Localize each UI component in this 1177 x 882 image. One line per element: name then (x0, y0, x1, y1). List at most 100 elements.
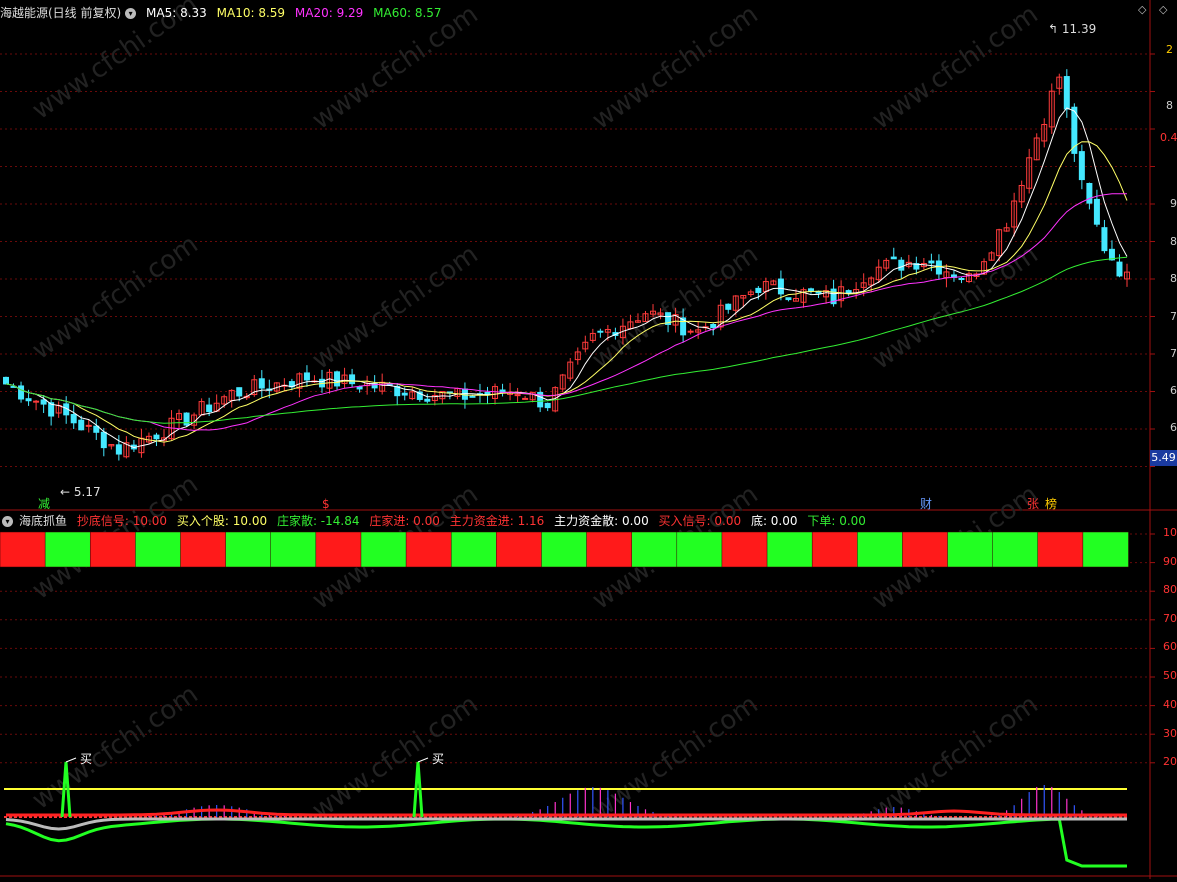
field-chaodi: 抄底信号: 10.00 (76, 514, 168, 528)
right-axis-label: 6 (1170, 421, 1177, 434)
candle-body (356, 386, 363, 390)
candle-body (115, 444, 122, 455)
event-tag-dollar[interactable]: $ (322, 497, 330, 511)
signal-bar (360, 531, 407, 568)
high-price-label: ↰ 11.39 (1048, 22, 1097, 36)
field-zhuangjia-san: 庄家散: -14.84 (276, 514, 360, 528)
candle-body (1086, 182, 1093, 204)
main-panel-title: 海越能源(日线 前复权) (0, 6, 122, 20)
signal-bar (586, 531, 633, 568)
candle-body (18, 385, 25, 400)
sub-axis-label: 20 (1163, 755, 1177, 768)
signal-bar (811, 531, 859, 568)
sub-axis-label: 30 (1163, 727, 1177, 740)
watermark-text: www.cfchi.com (867, 689, 1044, 825)
right-axis-label: 0.4 (1160, 131, 1177, 144)
ma60-label: MA60: 8.57 (373, 6, 442, 20)
ma60-line (5, 256, 1128, 424)
candle-body (725, 303, 732, 310)
candle-body (808, 288, 815, 292)
sub-axis-label: 60 (1163, 640, 1177, 653)
candle-body (3, 376, 9, 385)
signal-bar (902, 531, 949, 568)
sub-axis-label: 10 (1163, 526, 1177, 539)
candle-body (890, 256, 897, 260)
candle-body (33, 400, 40, 403)
candle-body (100, 431, 107, 449)
signal-bar (1037, 531, 1084, 568)
field-zhuli-san: 主力资金散: 0.00 (554, 514, 649, 528)
panel-diamond-icon[interactable]: ◇ (1138, 4, 1146, 16)
watermark-text: www.cfchi.com (307, 689, 484, 825)
buy-label: 买 (80, 752, 93, 766)
collapse-icon[interactable]: ▾ (2, 516, 13, 527)
candle-body (687, 330, 694, 333)
low-price-label: ← 5.17 (60, 485, 101, 499)
candle-body (25, 398, 32, 402)
signal-bar (496, 531, 543, 568)
signal-bar (631, 531, 678, 568)
candle-body (544, 402, 551, 409)
green-line (5, 817, 1127, 868)
watermark-text: www.cfchi.com (587, 689, 764, 825)
right-axis-label: 6 (1170, 384, 1177, 397)
candle-body (236, 387, 243, 397)
watermark-text: www.cfchi.com (307, 239, 484, 375)
field-mairu-xinhao: 买入信号: 0.00 (658, 514, 742, 528)
chart-stage: www.cfchi.com www.cfchi.com www.cfchi.com w… (0, 0, 1177, 879)
field-di: 底: 0.00 (750, 514, 798, 528)
settings-diamond-icon[interactable]: ◇ (1159, 4, 1167, 16)
candle-body (1116, 261, 1123, 277)
sub-panel-title: 海底抓鱼 (19, 514, 68, 528)
ma5-line (5, 107, 1128, 449)
candle-body (258, 378, 265, 389)
candle-body (85, 424, 92, 427)
signal-bar (541, 531, 588, 568)
candle-body (40, 399, 47, 405)
candle-body (1093, 198, 1100, 225)
candle-body (424, 398, 431, 402)
event-tag-bang[interactable]: 榜 (1045, 497, 1057, 511)
signal-bar (135, 531, 182, 568)
candle-body (958, 277, 965, 281)
field-zhuangjia-jin: 庄家进: 0.00 (369, 514, 440, 528)
candle-body (349, 374, 356, 385)
sub-panel-header: ▾ 海底抓鱼 抄底信号: 10.00 买入个股: 10.00 庄家散: -14.8… (0, 510, 1150, 532)
signal-bar (44, 531, 91, 568)
field-mairu-gegu: 买入个股: 10.00 (176, 514, 268, 528)
candle-body (183, 412, 190, 426)
candle-body (935, 260, 942, 275)
signal-bar (721, 531, 768, 568)
right-axis-label: 2 (1166, 43, 1173, 56)
signal-bar (270, 531, 317, 568)
signal-bar (992, 531, 1039, 568)
signal-bar (0, 531, 46, 568)
ma5-label: MA5: 8.33 (146, 6, 207, 20)
right-axis-label: 7 (1170, 310, 1177, 323)
candle-body (514, 394, 521, 397)
candle-body (303, 372, 310, 381)
signal-bar (315, 531, 362, 568)
right-axis-label: 8 (1170, 272, 1177, 285)
signal-bar (405, 531, 452, 568)
signal-bar (857, 531, 904, 568)
event-tag-cai[interactable]: 财 (920, 497, 932, 511)
candle-body (597, 330, 604, 333)
event-tag-jian[interactable]: 减 (38, 497, 50, 511)
candle-body (710, 323, 717, 329)
candle-body (469, 395, 476, 398)
red-line (6, 808, 1127, 817)
signal-bar (89, 531, 137, 568)
candle-body (845, 290, 852, 294)
event-tag-zhang[interactable]: 张 (1027, 497, 1039, 511)
signal-bar (766, 531, 813, 568)
candle-body (1078, 151, 1085, 181)
candle-body (928, 260, 935, 264)
ma10-label: MA10: 8.59 (216, 6, 286, 20)
watermark-text: www.cfchi.com (587, 239, 764, 375)
signal-bar (225, 531, 272, 568)
kline-chart[interactable]: www.cfchi.com www.cfchi.com www.cfchi.com w… (0, 0, 1177, 879)
candle-body (1101, 227, 1108, 252)
collapse-icon[interactable]: ▾ (125, 8, 137, 19)
sub-axis-label: 40 (1163, 698, 1177, 711)
